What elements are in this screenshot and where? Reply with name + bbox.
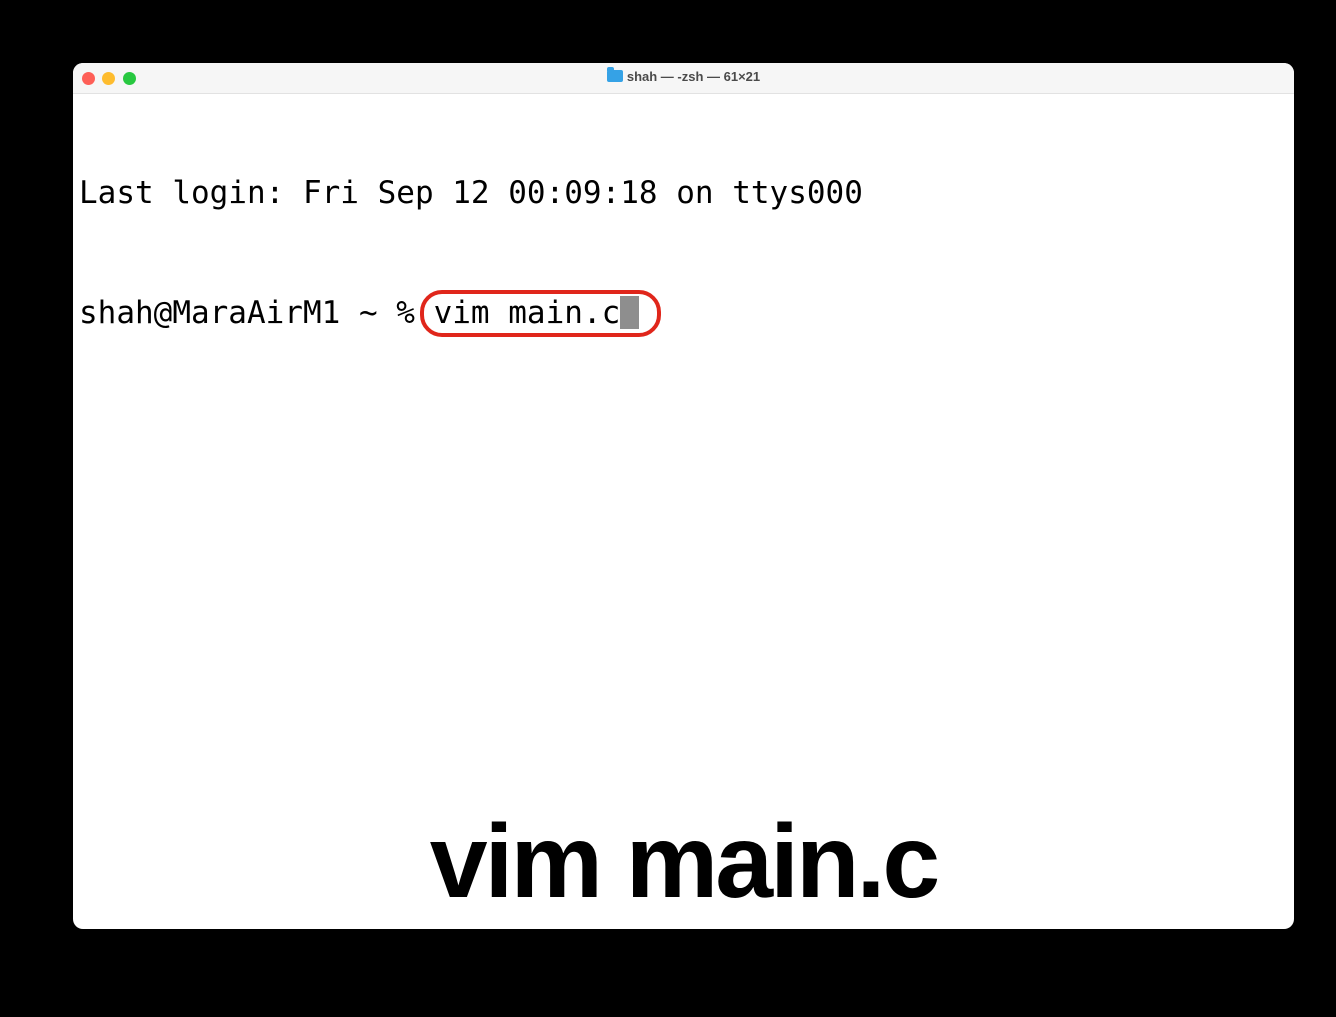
shell-prompt: shah@MaraAirM1 ~ % — [79, 295, 434, 331]
folder-icon — [606, 67, 623, 82]
title-bar[interactable]: shah — -zsh — 61×21 — [73, 63, 1294, 94]
slide-caption: vim main.c — [429, 804, 941, 920]
highlighted-command: vim main.c — [419, 290, 662, 337]
last-login-line: Last login: Fri Sep 12 00:09:18 on ttys0… — [79, 175, 863, 211]
terminal-output[interactable]: Last login: Fri Sep 12 00:09:18 on ttys0… — [79, 93, 1288, 413]
window-title-text: shah — -zsh — 61×21 — [626, 69, 761, 84]
prompt-line: shah@MaraAirM1 ~ % vim main.c — [79, 290, 1288, 337]
command-highlight-outline — [419, 290, 662, 337]
window-title: shah — -zsh — 61×21 — [73, 67, 1294, 84]
terminal-window[interactable]: shah — -zsh — 61×21 Last login: Fri Sep … — [73, 63, 1294, 929]
